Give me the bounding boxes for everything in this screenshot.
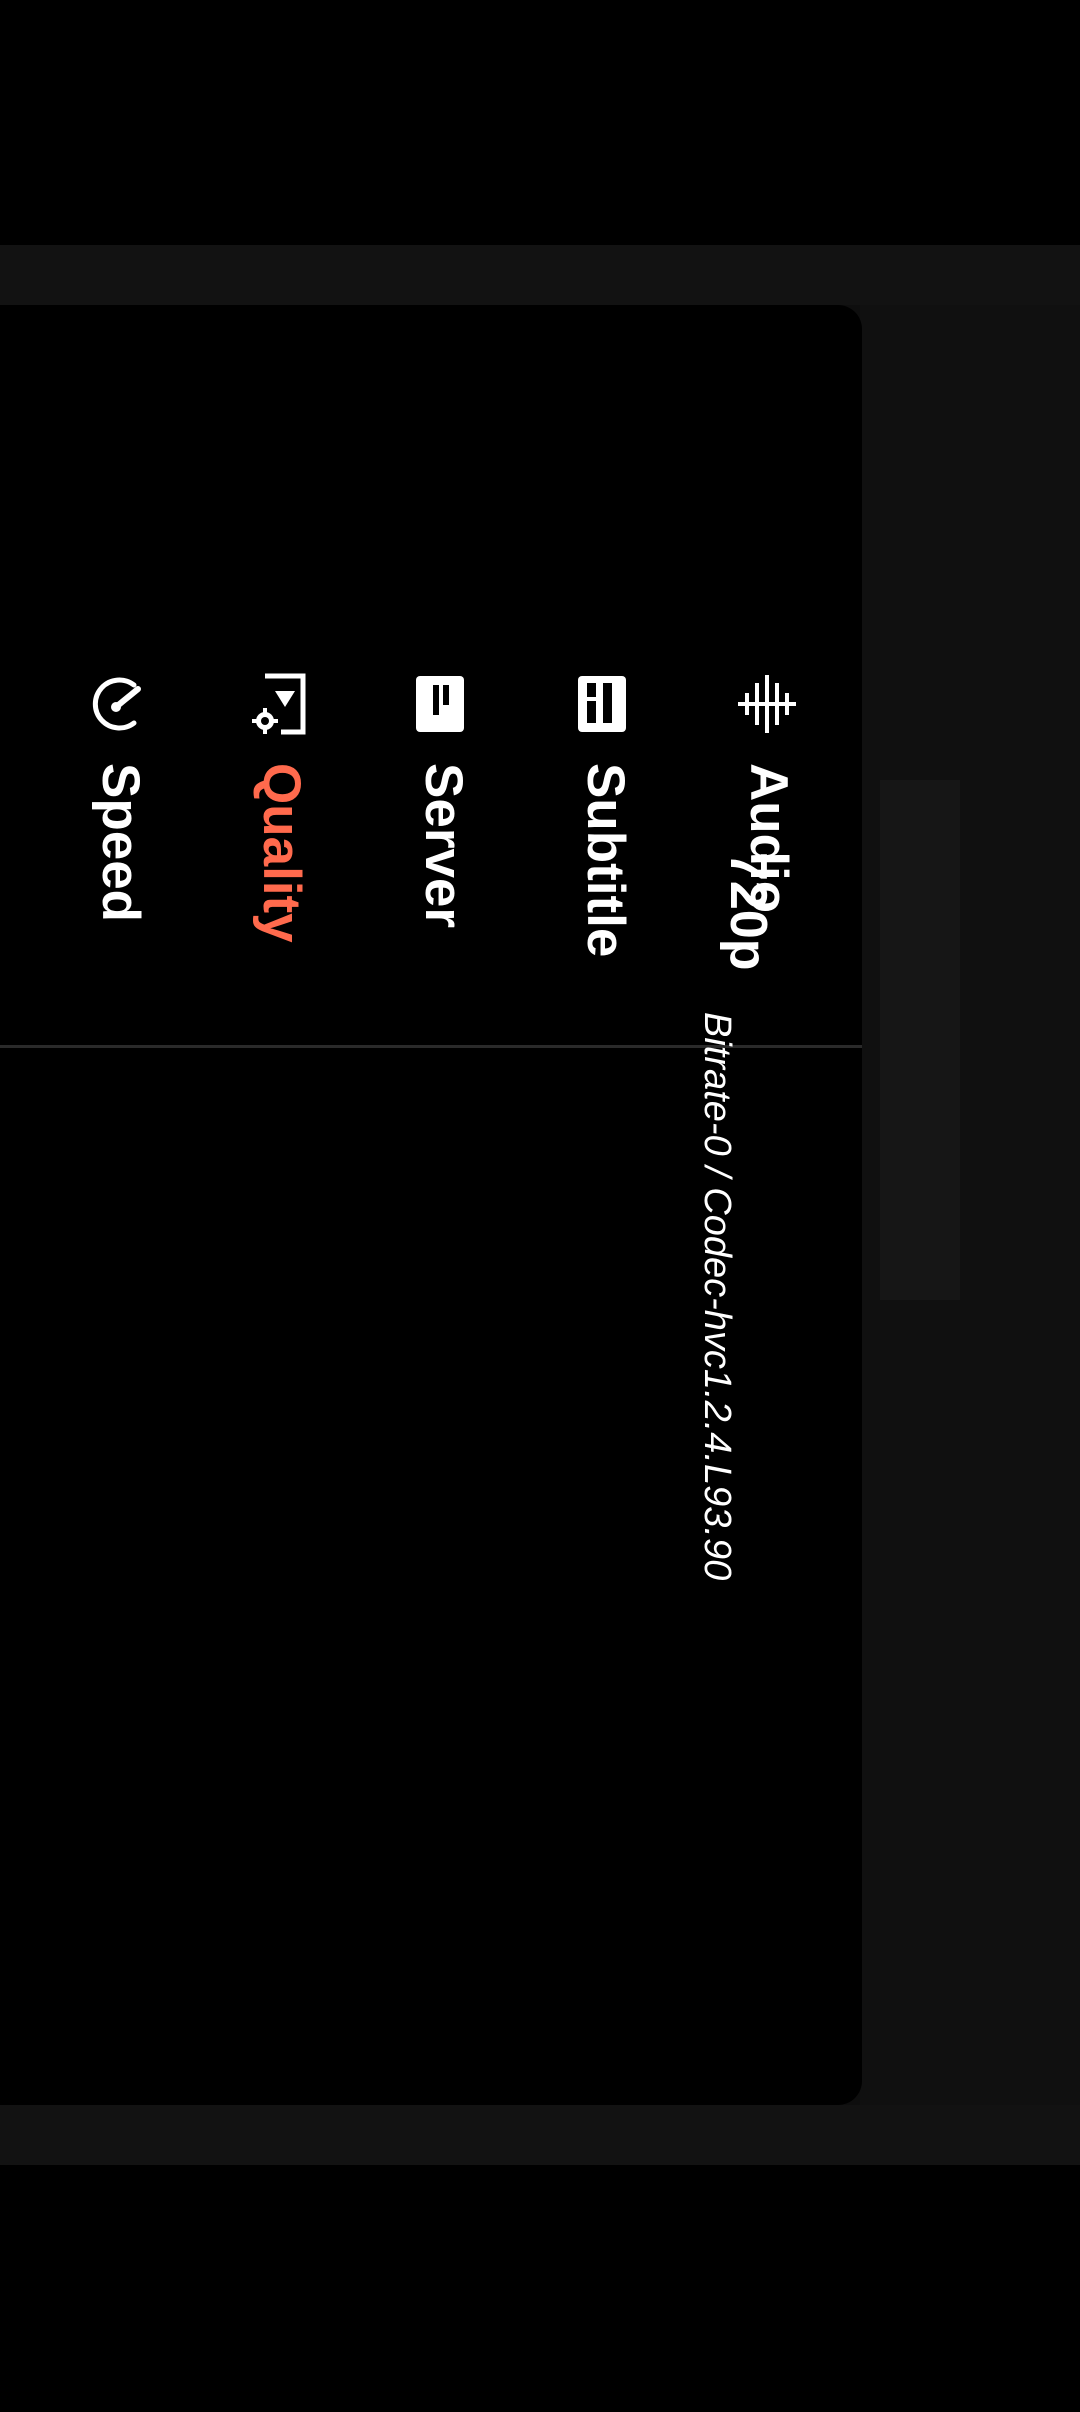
tab-speed-label: Speed [91,763,150,923]
tab-subtitle[interactable]: Subtitle [570,673,640,993]
quality-option-title: 720p [719,852,777,971]
quality-option-720p[interactable]: 720p Bitrate-0 / Codec-hvc1.2.4.L93.90 [690,852,790,1612]
video-background-band [880,780,960,1300]
quality-option-detail: Bitrate-0 / Codec-hvc1.2.4.L93.90 [696,1012,738,1581]
quality-settings-icon [251,673,309,735]
tab-speed[interactable]: Speed [85,673,155,993]
tab-subtitle-label: Subtitle [576,763,635,958]
subtitle-icon [575,673,633,735]
audio-tracks-icon [738,673,796,735]
server-icon [413,673,471,735]
video-background-band [0,245,1080,305]
tab-quality[interactable]: Quality [246,673,316,993]
tab-server-label: Server [414,763,473,929]
video-background-band [0,2105,1080,2165]
speed-gauge-icon [90,673,148,735]
tab-quality-label: Quality [252,763,311,943]
tab-server[interactable]: Server [408,673,478,993]
